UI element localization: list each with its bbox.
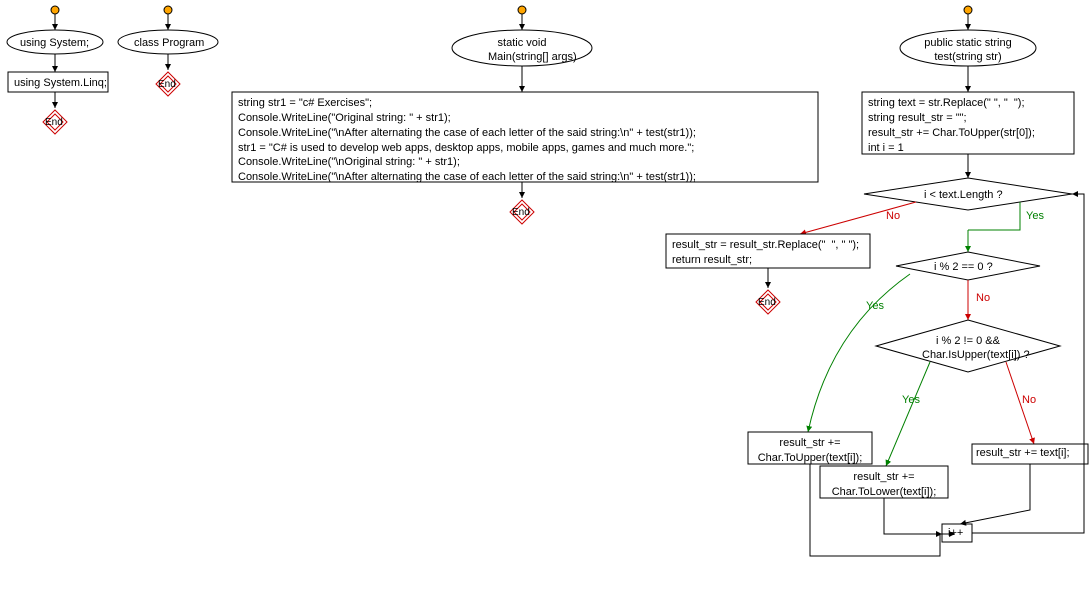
edge-cond1-no: No: [886, 210, 900, 222]
node-action-upper: result_str += Char.ToUpper(text[i]);: [748, 432, 872, 470]
edge-cond2-yes: Yes: [866, 300, 884, 312]
edge-cond2-no: No: [976, 292, 990, 304]
node-test-init: string text = str.Replace(" ", " "); str…: [862, 92, 1074, 159]
node-main-body: string str1 = "c# Exercises"; Console.Wr…: [232, 92, 818, 189]
edge-cond3-no: No: [1022, 394, 1036, 406]
flowchart-canvas: [0, 0, 1090, 601]
edge-cond3-yes: Yes: [902, 394, 920, 406]
edge-cond1-yes: Yes: [1026, 210, 1044, 222]
node-action-lower: result_str += Char.ToLower(text[i]);: [820, 466, 948, 504]
node-return: result_str = result_str.Replace(" ", " "…: [666, 234, 870, 272]
node-action-text: result_str += text[i];: [972, 444, 1088, 463]
